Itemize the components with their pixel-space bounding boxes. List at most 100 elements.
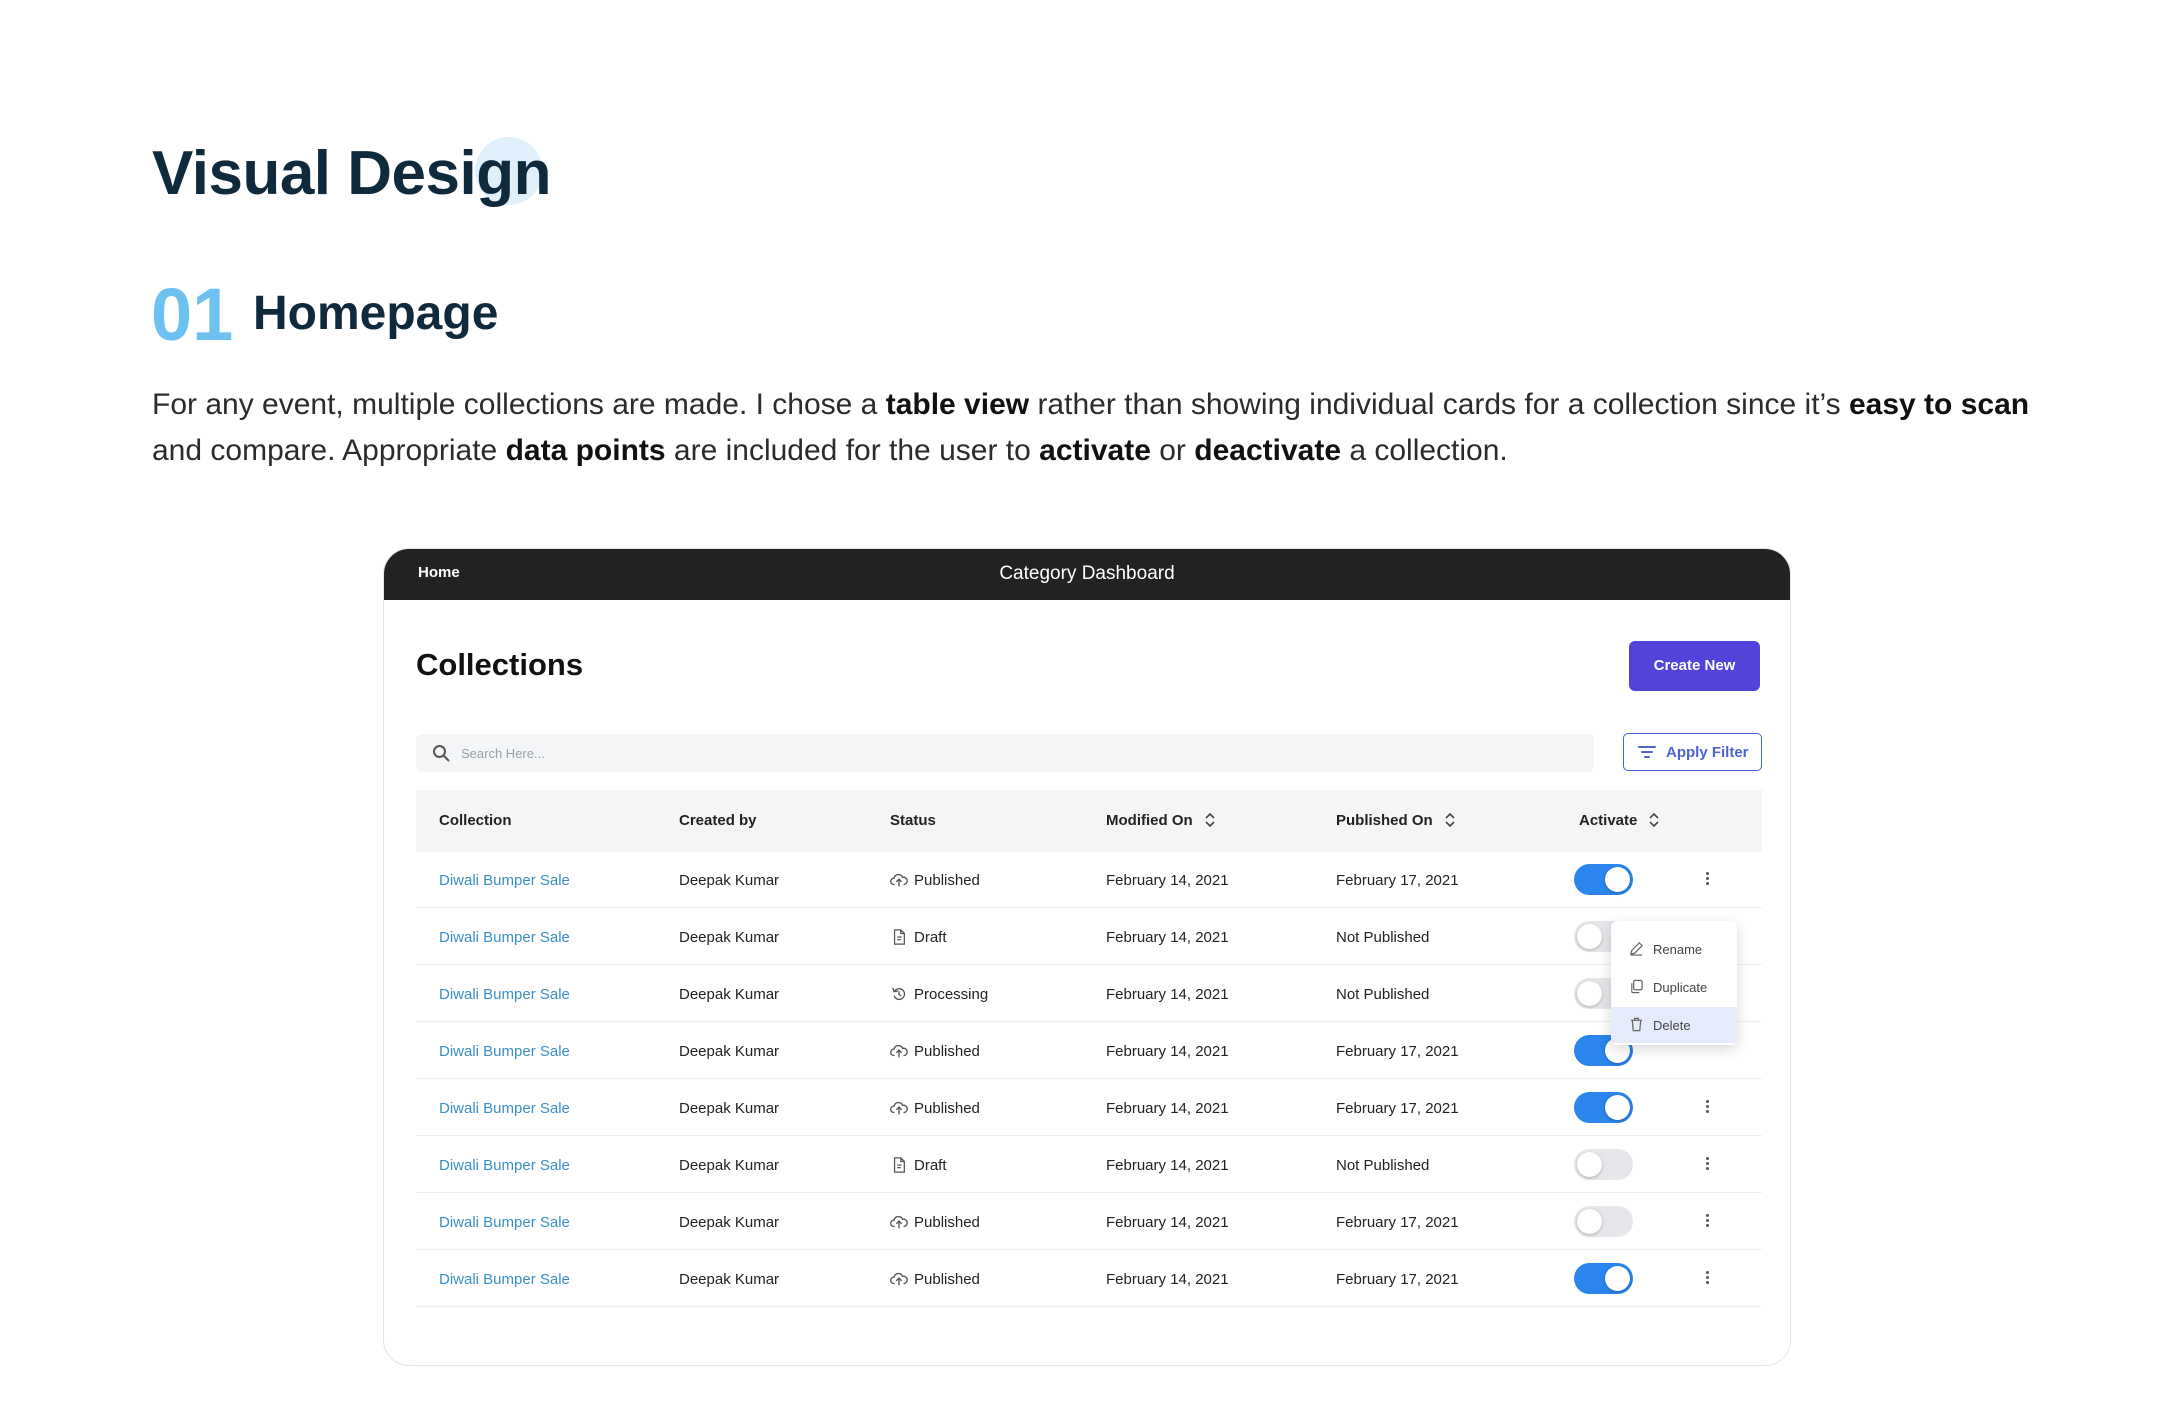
- dashboard-title: Category Dashboard: [999, 563, 1175, 584]
- column-header-modified-on[interactable]: Modified On: [1106, 812, 1215, 829]
- table-row: Diwali Bumper Sale Deepak Kumar Draft Febru…: [416, 1137, 1762, 1193]
- cloud-upload-icon: [890, 1215, 908, 1229]
- created-by-cell: Deepak Kumar: [679, 872, 780, 889]
- menu-item-label: Rename: [1653, 942, 1703, 957]
- status-cell: Draft: [890, 1157, 947, 1174]
- status-cell: Published: [890, 1271, 980, 1288]
- modified-on-cell: February 14, 2021: [1106, 929, 1229, 946]
- table-row: Diwali Bumper Sale Deepak Kumar Published F…: [416, 1023, 1762, 1079]
- page-title: Visual Design: [152, 139, 551, 208]
- trash-icon: [1630, 1017, 1643, 1032]
- activate-toggle[interactable]: [1574, 864, 1633, 895]
- section-number: 01: [151, 273, 234, 356]
- status-cell: Processing: [890, 986, 988, 1003]
- activate-toggle[interactable]: [1574, 1149, 1633, 1180]
- create-new-button[interactable]: Create New: [1629, 641, 1760, 691]
- status-label: Published: [914, 1214, 980, 1231]
- table-row: Diwali Bumper Sale Deepak Kumar Processing…: [416, 966, 1762, 1022]
- collection-name-link[interactable]: Diwali Bumper Sale: [439, 872, 570, 889]
- activate-toggle[interactable]: [1574, 1263, 1633, 1294]
- published-on-cell: Not Published: [1336, 986, 1430, 1003]
- dashboard-mockup: Home Category Dashboard Collections Crea…: [383, 548, 1791, 1366]
- toggle-knob: [1577, 1209, 1602, 1234]
- cloud-upload-icon: [890, 1272, 908, 1286]
- column-header-published-on[interactable]: Published On: [1336, 812, 1455, 829]
- published-on-cell: February 17, 2021: [1336, 1100, 1459, 1117]
- column-header-collection: Collection: [439, 812, 512, 829]
- table-header: Collection Created by Status Modified On…: [416, 790, 1762, 852]
- row-context-menu: Rename Duplicate Delete: [1611, 921, 1737, 1045]
- cloud-upload-icon: [890, 1101, 908, 1115]
- section-title: Homepage: [253, 287, 499, 340]
- toggle-knob: [1577, 1152, 1602, 1177]
- collection-name-link[interactable]: Diwali Bumper Sale: [439, 929, 570, 946]
- menu-item-label: Delete: [1653, 1018, 1691, 1033]
- toggle-knob: [1605, 867, 1630, 892]
- collection-name-link[interactable]: Diwali Bumper Sale: [439, 1043, 570, 1060]
- status-cell: Published: [890, 1043, 980, 1060]
- activate-toggle[interactable]: [1574, 1092, 1633, 1123]
- apply-filter-button[interactable]: Apply Filter: [1623, 733, 1762, 771]
- created-by-cell: Deepak Kumar: [679, 1100, 780, 1117]
- apply-filter-label: Apply Filter: [1666, 744, 1749, 761]
- more-options-icon[interactable]: [1700, 1155, 1714, 1175]
- status-cell: Draft: [890, 929, 947, 946]
- modified-on-cell: February 14, 2021: [1106, 986, 1229, 1003]
- table-row: Diwali Bumper Sale Deepak Kumar Published F…: [416, 1080, 1762, 1136]
- published-on-cell: February 17, 2021: [1336, 1214, 1459, 1231]
- status-label: Published: [914, 1100, 980, 1117]
- menu-item-duplicate[interactable]: Duplicate: [1611, 969, 1737, 1005]
- modified-on-cell: February 14, 2021: [1106, 1043, 1229, 1060]
- toggle-knob: [1605, 1095, 1630, 1120]
- sort-icon: [1445, 812, 1455, 828]
- search-input[interactable]: [461, 734, 1561, 772]
- column-header-activate[interactable]: Activate: [1579, 812, 1659, 829]
- status-label: Draft: [914, 1157, 947, 1174]
- cloud-upload-icon: [890, 873, 908, 887]
- status-label: Published: [914, 1271, 980, 1288]
- top-nav-bar: Home Category Dashboard: [384, 549, 1790, 600]
- processing-icon: [892, 987, 906, 1001]
- toggle-knob: [1577, 981, 1602, 1006]
- modified-on-cell: February 14, 2021: [1106, 1157, 1229, 1174]
- status-cell: Published: [890, 872, 980, 889]
- collection-name-link[interactable]: Diwali Bumper Sale: [439, 1271, 570, 1288]
- published-on-cell: February 17, 2021: [1336, 1043, 1459, 1060]
- table-row: Diwali Bumper Sale Deepak Kumar Published F…: [416, 1194, 1762, 1250]
- column-header-created-by: Created by: [679, 812, 757, 829]
- search-bar: [416, 734, 1594, 772]
- modified-on-cell: February 14, 2021: [1106, 872, 1229, 889]
- status-label: Draft: [914, 929, 947, 946]
- menu-item-delete[interactable]: Delete: [1611, 1007, 1737, 1043]
- more-options-icon[interactable]: [1700, 870, 1714, 890]
- published-on-cell: Not Published: [1336, 929, 1430, 946]
- collection-name-link[interactable]: Diwali Bumper Sale: [439, 1100, 570, 1117]
- sort-icon: [1649, 812, 1659, 828]
- status-cell: Published: [890, 1214, 980, 1231]
- published-on-cell: Not Published: [1336, 1157, 1430, 1174]
- sort-icon: [1205, 812, 1215, 828]
- draft-icon: [893, 1157, 905, 1173]
- created-by-cell: Deepak Kumar: [679, 1271, 780, 1288]
- collection-name-link[interactable]: Diwali Bumper Sale: [439, 986, 570, 1003]
- created-by-cell: Deepak Kumar: [679, 986, 780, 1003]
- collections-heading: Collections: [416, 647, 584, 682]
- published-on-cell: February 17, 2021: [1336, 1271, 1459, 1288]
- modified-on-cell: February 14, 2021: [1106, 1214, 1229, 1231]
- copy-icon: [1631, 979, 1643, 994]
- created-by-cell: Deepak Kumar: [679, 929, 780, 946]
- more-options-icon[interactable]: [1700, 1098, 1714, 1118]
- column-header-status: Status: [890, 812, 936, 829]
- pencil-icon: [1630, 942, 1643, 956]
- activate-toggle[interactable]: [1574, 1206, 1633, 1237]
- more-options-icon[interactable]: [1700, 1269, 1714, 1289]
- toggle-knob: [1577, 924, 1602, 949]
- menu-item-rename[interactable]: Rename: [1611, 931, 1737, 967]
- status-label: Processing: [914, 986, 989, 1003]
- more-options-icon[interactable]: [1700, 1212, 1714, 1232]
- collection-name-link[interactable]: Diwali Bumper Sale: [439, 1214, 570, 1231]
- status-label: Published: [914, 872, 980, 889]
- collection-name-link[interactable]: Diwali Bumper Sale: [439, 1157, 570, 1174]
- status-cell: Published: [890, 1100, 980, 1117]
- modified-on-cell: February 14, 2021: [1106, 1271, 1229, 1288]
